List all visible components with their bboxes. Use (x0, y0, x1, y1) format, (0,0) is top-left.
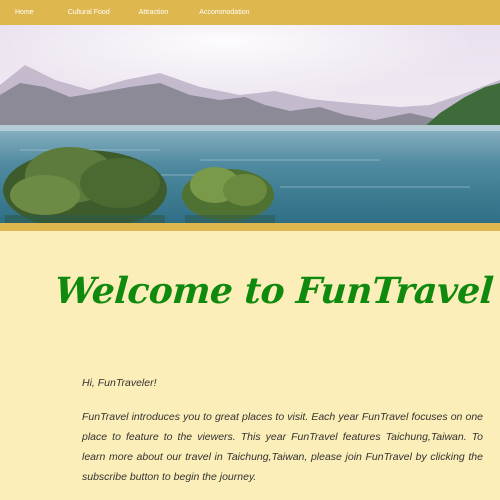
hero-lake-image (0, 25, 500, 223)
greeting-text: Hi, FunTraveler! (82, 377, 157, 389)
nav-item-attraction[interactable]: Attraction (139, 0, 169, 25)
nav-item-accommodation[interactable]: Accommodation (199, 0, 249, 25)
nav-item-cultural-food[interactable]: Cultural Food (68, 0, 110, 25)
intro-paragraph: FunTravel introduces you to great places… (82, 411, 483, 483)
banner-divider (0, 223, 500, 231)
top-nav: Home Cultural Food Attraction Accommodat… (0, 0, 500, 25)
nav-item-home[interactable]: Home (15, 0, 34, 25)
page-title: Welcome to FunTravel (53, 270, 495, 312)
